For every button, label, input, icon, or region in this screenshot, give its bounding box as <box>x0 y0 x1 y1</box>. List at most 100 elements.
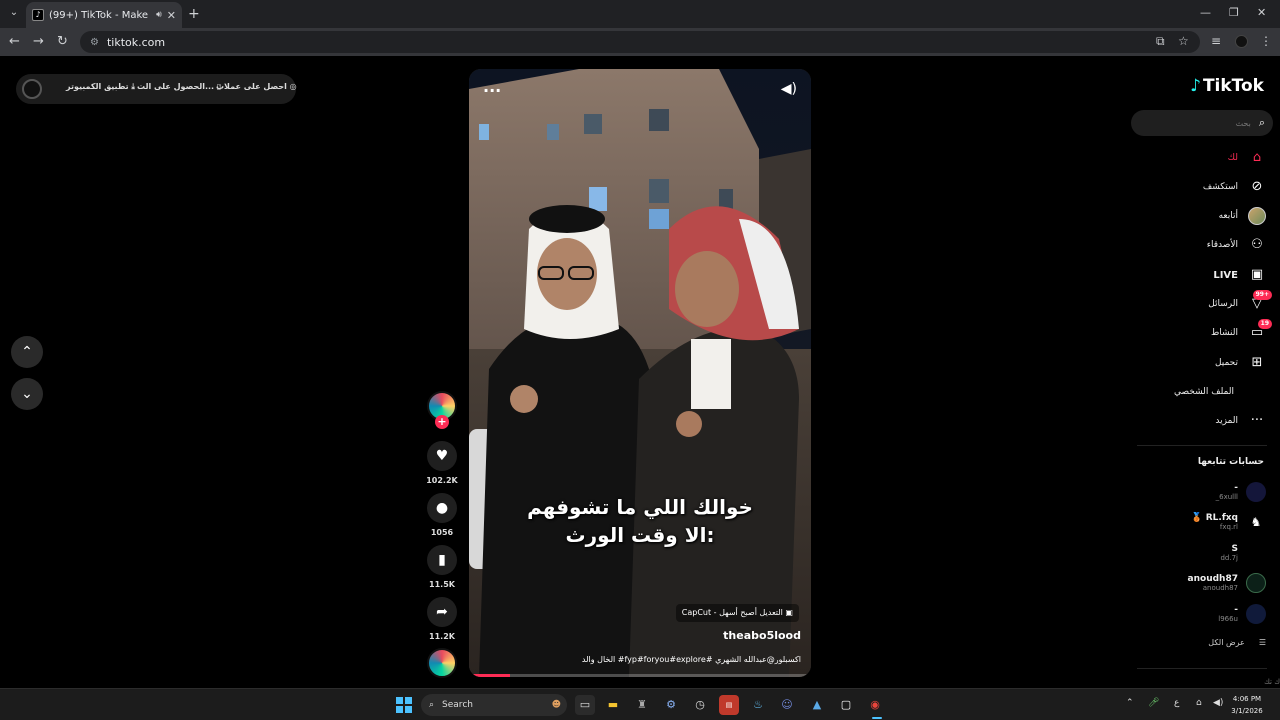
tray-overflow-icon[interactable]: ⌃ <box>1126 698 1134 708</box>
discord-icon[interactable]: ☺ <box>777 695 797 715</box>
nav-activity[interactable]: النشاط ▭ 19 <box>1211 319 1272 344</box>
account-avatar <box>1246 573 1266 593</box>
like-count: 102.2K <box>426 476 458 485</box>
close-window-icon[interactable]: ✕ <box>1257 6 1266 19</box>
site-info-icon[interactable]: ⚙ <box>90 37 99 48</box>
account-avatar: ♞ <box>1246 512 1266 532</box>
chrome-icon[interactable]: ◉ <box>865 695 885 715</box>
following-account[interactable]: - l966u <box>1218 601 1266 627</box>
profile-avatar[interactable] <box>1235 35 1248 48</box>
sidebar-divider <box>1137 445 1267 446</box>
nav-for-you[interactable]: لك ⌂ <box>1228 147 1266 169</box>
taskbar-search[interactable]: ⌕ Search ☻ <box>421 694 567 716</box>
file-explorer-icon[interactable]: ▬ <box>603 695 623 715</box>
video-frame-illustration <box>469 69 811 677</box>
activity-icon: ▭ 19 <box>1248 319 1272 342</box>
user-circle-icon[interactable] <box>22 79 42 99</box>
install-app-icon[interactable]: ⧉ <box>1156 34 1165 49</box>
window-app-icon[interactable]: ▢ <box>836 695 856 715</box>
steam-icon[interactable]: ♨ <box>748 695 768 715</box>
tiktok-logo[interactable]: ♪ TikTok <box>1190 76 1264 96</box>
nav-following[interactable]: أتابعه <box>1219 205 1266 227</box>
account-avatar <box>1246 543 1266 563</box>
following-accounts-title: حسابات تتابعها <box>1197 457 1264 467</box>
nav-explore[interactable]: استكشف ⊘ <box>1203 176 1266 198</box>
reload-icon[interactable]: ↻ <box>57 34 68 49</box>
account-avatar <box>1246 482 1266 502</box>
following-account[interactable]: - _6xulll <box>1216 479 1266 505</box>
media-control-icon[interactable]: ≡ <box>1211 34 1221 48</box>
see-all-link[interactable]: عرض الكل ☰ <box>1208 638 1266 647</box>
nav-messages[interactable]: الرسائل ▽ 99+ <box>1208 290 1272 315</box>
volume-icon[interactable]: ◀︎) <box>781 81 797 97</box>
photos-icon[interactable]: ▲ <box>807 695 827 715</box>
share-count: 11.2K <box>429 632 455 641</box>
address-bar-row: ← → ↻ ⚙ tiktok.com ⧉ ☆ ≡ ⋮ <box>0 28 1280 56</box>
network-icon[interactable]: ⌂ <box>1196 698 1202 708</box>
messages-icon: ▽ 99+ <box>1248 290 1272 313</box>
pc-app-link[interactable]: تطبيق الكمبيوتر ⤓ <box>66 82 135 92</box>
compass-icon: ⊘ <box>1251 179 1263 194</box>
friends-icon: ⚇ <box>1251 237 1263 252</box>
new-tab-button[interactable]: + <box>188 6 200 22</box>
video-player[interactable]: ··· ◀︎) خوالك اللي ما تشوفهم الا وقت الو… <box>469 69 811 677</box>
bookmark-icon[interactable]: ▮ <box>427 545 457 575</box>
account-avatar <box>1246 604 1266 624</box>
following-account[interactable]: anoudh87 anoudh87 <box>1188 570 1266 596</box>
tiktok-favicon-icon: ♪ <box>32 9 44 21</box>
taskbar-clock[interactable]: 4:06 PM 3/1/2026 <box>1226 693 1268 717</box>
chrome-menu-icon[interactable]: ⋮ <box>1260 34 1272 48</box>
browser-tab[interactable]: ♪ (99+) TikTok - Make Your Day 🔊︎ ✕ <box>26 2 182 28</box>
following-account[interactable]: 🥉 RL.fxq fxq.rl ♞ <box>1191 509 1266 535</box>
news-app-icon[interactable]: ▤ <box>719 695 739 715</box>
minimize-icon[interactable]: — <box>1200 6 1211 19</box>
nav-more[interactable]: المزيد ··· <box>1215 410 1266 432</box>
nav-profile[interactable]: الملف الشخصي <box>1174 381 1234 403</box>
windows-start-icon[interactable] <box>396 697 412 713</box>
restore-icon[interactable]: ❐ <box>1229 6 1239 19</box>
share-arrow-icon[interactable]: ➦ <box>427 597 457 627</box>
windows-taskbar: ⌕ Search ☻ ▭ ▬ ♜ ⚙ ◷ ▤ ♨ ☺ ▲ ▢ ◉ ⌃ 🎤︎ ع … <box>0 688 1280 720</box>
speaker-icon[interactable]: 🔊︎ <box>156 10 162 20</box>
video-description: الخال والد #fyp#foryou#explore# اكسبلور@… <box>581 655 801 664</box>
microphone-icon[interactable]: 🎤︎ <box>1148 698 1159 708</box>
upload-plus-icon: ⊞ <box>1251 355 1263 370</box>
search-input[interactable]: بحث ⌕ <box>1131 110 1273 136</box>
list-icon: ☰ <box>1258 638 1266 647</box>
back-icon[interactable]: ← <box>9 34 20 49</box>
following-account[interactable]: Sdd.7j <box>1220 540 1266 566</box>
nav-friends[interactable]: الأصدقاء ⚇ <box>1207 234 1266 256</box>
app-icon[interactable]: ♜ <box>632 695 652 715</box>
url-text: tiktok.com <box>106 35 166 49</box>
get-coins-link[interactable]: احصل على عملات ◎ <box>216 82 297 91</box>
bookmark-star-icon[interactable]: ☆ <box>1178 34 1189 48</box>
task-view-icon[interactable]: ▭ <box>575 695 595 715</box>
nav-upload[interactable]: تحميل ⊞ <box>1215 352 1266 374</box>
nav-live[interactable]: LIVE ▣ <box>1213 264 1266 286</box>
follow-plus-icon[interactable]: + <box>435 415 449 429</box>
video-author[interactable]: theabo5lood <box>723 629 801 642</box>
search-icon[interactable]: ⌕ <box>1259 116 1265 130</box>
tab-search-icon[interactable]: ⌄ <box>6 5 22 21</box>
forward-icon[interactable]: → <box>33 34 44 49</box>
next-video-button[interactable]: ⌄ <box>11 378 43 410</box>
settings-gear-icon[interactable]: ⚙ <box>661 695 681 715</box>
previous-video-button[interactable]: ⌃ <box>11 336 43 368</box>
tab-close-icon[interactable]: ✕ <box>167 9 176 22</box>
save-count: 11.5K <box>429 580 455 589</box>
capcut-link[interactable]: CapCut - التعديل أصبح أسهل ▣ <box>675 604 799 622</box>
get-app-link[interactable]: الحصول على الت... ▯ <box>137 82 221 91</box>
live-tv-icon: ▣ <box>1250 267 1264 282</box>
volume-icon[interactable]: ◀︎) <box>1213 698 1223 708</box>
comment-icon[interactable]: ● <box>427 493 457 523</box>
comment-count: 1056 <box>430 528 454 537</box>
url-bar[interactable]: ⚙ tiktok.com <box>80 31 1200 53</box>
keyboard-language[interactable]: ع <box>1174 698 1179 708</box>
sound-disc-avatar[interactable] <box>427 648 457 678</box>
home-icon: ⌂ <box>1252 150 1262 165</box>
clock-app-icon[interactable]: ◷ <box>690 695 710 715</box>
video-progress-bar[interactable] <box>469 674 811 677</box>
following-avatar-icon <box>1248 207 1266 225</box>
like-heart-icon[interactable]: ♥ <box>427 441 457 471</box>
video-more-icon[interactable]: ··· <box>483 81 501 100</box>
